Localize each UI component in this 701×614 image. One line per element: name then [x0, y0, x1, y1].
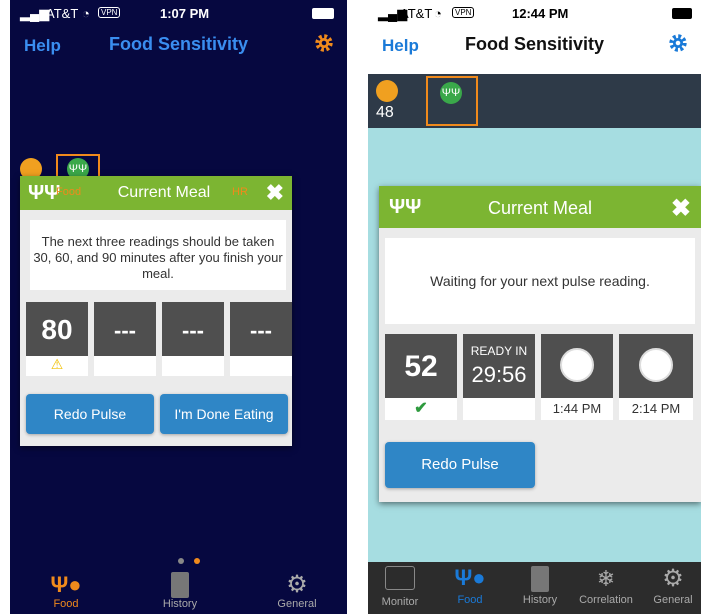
meal-indicator[interactable]: ΨΨ: [426, 76, 478, 126]
tab-history[interactable]: History: [160, 572, 200, 610]
sun-icon[interactable]: [376, 80, 398, 102]
tab-bar: Monitor Ψ● Food History ❄ Correlation ⚙ …: [368, 562, 701, 614]
warning-icon: ⚠: [26, 356, 88, 376]
tab-label: Monitor: [381, 596, 419, 608]
battery-icon: [312, 8, 334, 19]
wifi-icon: ◔: [434, 6, 442, 21]
scheduled-time: 2:14 PM: [619, 398, 693, 420]
instruction-message: The next three readings should be taken …: [30, 220, 286, 290]
close-icon[interactable]: ✖: [671, 194, 691, 223]
card-title: Current Meal: [487, 198, 593, 218]
clock-icon: [560, 348, 594, 382]
gear-icon: ⚙: [662, 565, 684, 592]
tab-label: History: [522, 594, 558, 606]
reading-tile: 52 ✔: [385, 334, 457, 420]
scheduled-time: 1:44 PM: [541, 398, 613, 420]
left-phone-screen: ▂▄▆ AT&T ◔ VPN 1:07 PM Help Food Sensiti…: [10, 0, 347, 614]
signal-icon: ▂▄▆: [20, 6, 50, 21]
ready-label: READY IN: [470, 344, 528, 358]
tab-monitor[interactable]: Monitor: [372, 566, 428, 608]
current-meal-card: ΨΨ Food Current Meal HR ✖ The next three…: [20, 176, 292, 446]
checkmark-icon: ✔: [385, 398, 457, 420]
card-header: ΨΨ Food Current Meal HR ✖: [20, 176, 292, 210]
redo-pulse-button[interactable]: Redo Pulse: [26, 394, 154, 434]
card-title: Current Meal: [117, 184, 211, 201]
card-header: ΨΨ Current Meal ✖: [379, 186, 701, 228]
wifi-icon: ◔: [82, 6, 90, 21]
tab-general[interactable]: ⚙ General: [272, 571, 322, 611]
battery-icon: [672, 8, 692, 19]
reading-tile: ---: [230, 302, 292, 376]
scheduled-tile: 2:14 PM: [619, 334, 693, 420]
status-bar: ▂▄▆ AT&T ◔ VPN 12:44 PM: [368, 0, 701, 26]
tab-general[interactable]: ⚙ General: [648, 565, 698, 607]
nav-header: Help Food Sensitivity: [10, 26, 347, 70]
tab-history[interactable]: History: [512, 566, 568, 606]
settings-gear-icon[interactable]: [667, 32, 689, 59]
reading-value: 52: [404, 350, 438, 383]
reading-value: ---: [114, 318, 136, 343]
monitor-icon: [385, 566, 415, 590]
snowflake-icon: ❄: [596, 566, 616, 591]
tab-label: Food: [53, 598, 79, 610]
status-bar: ▂▄▆ AT&T ◔ VPN 1:07 PM: [10, 0, 347, 26]
scheduled-tile: 1:44 PM: [541, 334, 613, 420]
page-title: Food Sensitivity: [464, 34, 605, 54]
gear-icon: ⚙: [286, 571, 308, 598]
reading-tile: ---: [94, 302, 156, 376]
settings-gear-icon[interactable]: [313, 32, 335, 59]
page-dot-active[interactable]: [194, 558, 200, 564]
nav-header: Help Food Sensitivity: [368, 26, 701, 70]
page-title: Food Sensitivity: [108, 34, 249, 54]
vpn-badge: VPN: [98, 7, 121, 18]
ready-countdown: 29:56: [471, 362, 527, 387]
tab-label: Correlation: [579, 594, 633, 606]
food-tab-icon: Ψ●: [454, 565, 486, 590]
tab-correlation[interactable]: ❄ Correlation: [574, 566, 638, 606]
tab-food[interactable]: Ψ● Food: [46, 572, 86, 610]
timeline-value: 48: [376, 104, 394, 121]
tab-label: General: [653, 594, 693, 606]
countdown-tile: READY IN 29:56: [463, 334, 535, 420]
close-icon[interactable]: ✖: [266, 180, 284, 206]
reading-tile: 80 ⚠: [26, 302, 88, 376]
reading-value: ---: [250, 318, 272, 343]
reading-value: 80: [41, 314, 73, 345]
carrier-label: AT&T: [400, 6, 433, 21]
reading-value: ---: [182, 318, 204, 343]
right-phone-screen: ▂▄▆ AT&T ◔ VPN 12:44 PM Help Food Sensit…: [368, 0, 701, 614]
meal-icon: ΨΨ: [440, 82, 462, 104]
vpn-badge: VPN: [452, 7, 475, 18]
status-time: 1:07 PM: [160, 6, 210, 21]
hr-tag: HR: [232, 186, 248, 198]
page-dot[interactable]: [178, 558, 184, 564]
tab-food[interactable]: Ψ● Food: [442, 565, 498, 607]
tab-label: Food: [457, 594, 483, 606]
clock-icon: [639, 348, 673, 382]
status-message: Waiting for your next pulse reading.: [385, 238, 695, 324]
current-meal-card: ΨΨ Current Meal ✖ Waiting for your next …: [379, 186, 701, 502]
tab-label: General: [277, 598, 317, 610]
cabinet-icon: [531, 566, 549, 592]
done-eating-button[interactable]: I'm Done Eating: [160, 394, 288, 434]
carrier-label: AT&T: [46, 6, 79, 21]
tab-label: History: [162, 598, 198, 610]
reading-tile: ---: [162, 302, 224, 376]
redo-pulse-button[interactable]: Redo Pulse: [385, 442, 535, 488]
food-tab-icon: Ψ●: [50, 572, 82, 597]
timeline-strip: 48 ΨΨ: [368, 74, 701, 128]
cabinet-icon: [171, 572, 189, 598]
status-time: 12:44 PM: [512, 6, 569, 21]
